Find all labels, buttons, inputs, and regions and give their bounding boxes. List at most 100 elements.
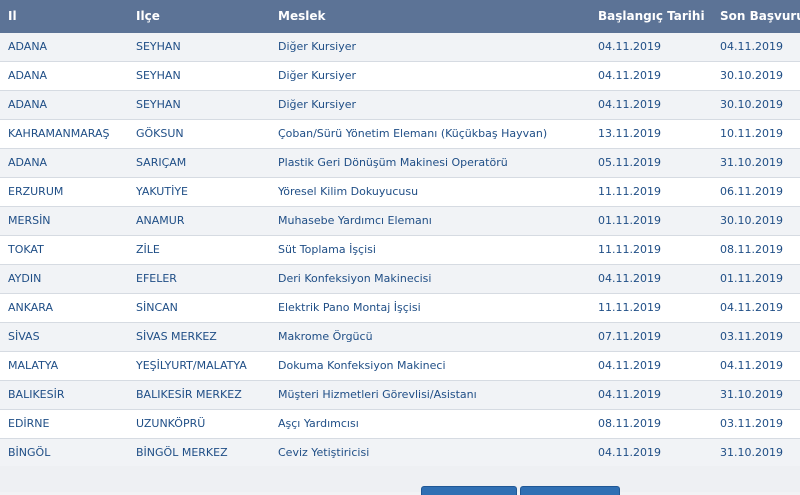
row-il: ADANA (8, 156, 48, 169)
row-baslangic-tarihi: 07.11.2019 (598, 330, 661, 343)
row-il: EDİRNE (8, 417, 50, 430)
column-header-baslangic-tarihi[interactable]: Başlangıç Tarihi (598, 0, 705, 33)
row-ilce: EFELER (136, 272, 177, 285)
row-son-basvuru: 01.11.2019 (720, 272, 783, 285)
row-baslangic-tarihi: 08.11.2019 (598, 417, 661, 430)
row-meslek: Muhasebe Yardımcı Elemanı (278, 214, 432, 227)
row-meslek: Süt Toplama İşçisi (278, 243, 376, 256)
row-son-basvuru: 08.11.2019 (720, 243, 783, 256)
row-ilce: SİNCAN (136, 301, 178, 314)
row-baslangic-tarihi: 04.11.2019 (598, 98, 661, 111)
row-son-basvuru: 03.11.2019 (720, 417, 783, 430)
row-son-basvuru: 04.11.2019 (720, 359, 783, 372)
row-il: ADANA (8, 40, 48, 53)
row-meslek: Diğer Kursiyer (278, 69, 357, 82)
row-baslangic-tarihi: 05.11.2019 (598, 156, 661, 169)
row-baslangic-tarihi: 11.11.2019 (598, 185, 661, 198)
row-son-basvuru: 04.11.2019 (720, 301, 783, 314)
row-meslek: Makrome Örgücü (278, 330, 373, 343)
row-baslangic-tarihi: 11.11.2019 (598, 243, 661, 256)
table-row[interactable]: BALIKESİR BALIKESİR MERKEZ Müşteri Hizmetl… (0, 381, 800, 410)
table-body: ADANA SEYHAN Diğer Kursiyer 04.11.2019 04.11… (0, 33, 800, 468)
table-row[interactable]: MALATYA YEŞİLYURT/MALATYA Dokuma Konfeksiy… (0, 352, 800, 381)
row-baslangic-tarihi: 04.11.2019 (598, 359, 661, 372)
table-row[interactable]: SİVAS SİVAS MERKEZ Makrome Örgücü 07.11.201… (0, 323, 800, 352)
table-row[interactable]: EDİRNE UZUNKÖPRÜ Aşçı Yardımcısı 08.11.2019… (0, 410, 800, 439)
table-row[interactable]: ADANA SEYHAN Diğer Kursiyer 04.11.2019 30.10… (0, 62, 800, 91)
table-row[interactable]: KAHRAMANMARAŞ GÖKSUN Çoban/Sürü Yönetim El… (0, 120, 800, 149)
row-il: ADANA (8, 98, 48, 111)
row-ilce: ANAMUR (136, 214, 185, 227)
row-baslangic-tarihi: 04.11.2019 (598, 69, 661, 82)
row-son-basvuru: 30.10.2019 (720, 69, 783, 82)
row-meslek: Çoban/Sürü Yönetim Elemanı (Küçükbaş Hay… (278, 127, 548, 140)
course-table: Il Ilçe Meslek Başlangıç Tarihi Son Başv… (0, 0, 800, 468)
row-ilce: BALIKESİR MERKEZ (136, 388, 242, 401)
row-meslek: Plastik Geri Dönüşüm Makinesi Operatörü (278, 156, 508, 169)
row-baslangic-tarihi: 04.11.2019 (598, 40, 661, 53)
table-row[interactable]: ADANA SARIÇAM Plastik Geri Dönüşüm Makines… (0, 149, 800, 178)
row-il: ADANA (8, 69, 48, 82)
table-row[interactable]: BİNGÖL BİNGÖL MERKEZ Ceviz Yetiştiricisi 04… (0, 439, 800, 468)
row-ilce: SARIÇAM (136, 156, 187, 169)
table-row[interactable]: ADANA SEYHAN Diğer Kursiyer 04.11.2019 30.10… (0, 91, 800, 120)
row-ilce: SİVAS MERKEZ (136, 330, 217, 343)
row-baslangic-tarihi: 04.11.2019 (598, 446, 661, 459)
row-son-basvuru: 31.10.2019 (720, 388, 783, 401)
row-il: MALATYA (8, 359, 59, 372)
row-meslek: Yöresel Kilim Dokuyucusu (278, 185, 419, 198)
pager-next-button[interactable] (520, 486, 620, 495)
row-ilce: ZİLE (136, 243, 160, 256)
table-row[interactable]: AYDIN EFELER Deri Konfeksiyon Makinecisi 04… (0, 265, 800, 294)
row-ilce: YEŞİLYURT/MALATYA (136, 359, 247, 372)
row-ilce: YAKUTİYE (136, 185, 188, 198)
row-baslangic-tarihi: 04.11.2019 (598, 388, 661, 401)
row-il: AYDIN (8, 272, 42, 285)
row-meslek: Ceviz Yetiştiricisi (278, 446, 370, 459)
table-row[interactable]: ERZURUM YAKUTİYE Yöresel Kilim Dokuyucusu 1… (0, 178, 800, 207)
row-baslangic-tarihi: 11.11.2019 (598, 301, 661, 314)
row-son-basvuru: 31.10.2019 (720, 446, 783, 459)
row-ilce: SEYHAN (136, 40, 181, 53)
table-row[interactable]: MERSİN ANAMUR Muhasebe Yardımcı Elemanı 01.… (0, 207, 800, 236)
row-baslangic-tarihi: 04.11.2019 (598, 272, 661, 285)
row-ilce: SEYHAN (136, 69, 181, 82)
row-ilce: SEYHAN (136, 98, 181, 111)
table-header: Il Ilçe Meslek Başlangıç Tarihi Son Başv… (0, 0, 800, 33)
row-il: SİVAS (8, 330, 40, 343)
pager-area (0, 466, 800, 495)
row-baslangic-tarihi: 13.11.2019 (598, 127, 661, 140)
column-header-meslek[interactable]: Meslek (278, 0, 325, 33)
row-il: ERZURUM (8, 185, 64, 198)
row-il: ANKARA (8, 301, 54, 314)
row-meslek: Müşteri Hizmetleri Görevlisi/Asistanı (278, 388, 477, 401)
row-baslangic-tarihi: 01.11.2019 (598, 214, 661, 227)
row-meslek: Elektrik Pano Montaj İşçisi (278, 301, 421, 314)
row-son-basvuru: 31.10.2019 (720, 156, 783, 169)
row-meslek: Diğer Kursiyer (278, 98, 357, 111)
row-son-basvuru: 03.11.2019 (720, 330, 783, 343)
row-il: MERSİN (8, 214, 51, 227)
row-il: TOKAT (8, 243, 44, 256)
row-ilce: UZUNKÖPRÜ (136, 417, 206, 430)
table-row[interactable]: ADANA SEYHAN Diğer Kursiyer 04.11.2019 04.11… (0, 33, 800, 62)
row-son-basvuru: 06.11.2019 (720, 185, 783, 198)
row-son-basvuru: 30.10.2019 (720, 214, 783, 227)
row-son-basvuru: 04.11.2019 (720, 40, 783, 53)
row-meslek: Deri Konfeksiyon Makinecisi (278, 272, 432, 285)
row-ilce: BİNGÖL MERKEZ (136, 446, 228, 459)
row-ilce: GÖKSUN (136, 127, 184, 140)
column-header-il[interactable]: Il (8, 0, 17, 33)
column-header-son-basvuru[interactable]: Son Başvuru (720, 0, 800, 33)
pager-previous-button[interactable] (421, 486, 517, 495)
table-row[interactable]: TOKAT ZİLE Süt Toplama İşçisi 11.11.2019 08.… (0, 236, 800, 265)
row-il: BALIKESİR (8, 388, 65, 401)
row-il: KAHRAMANMARAŞ (8, 127, 110, 140)
table-row[interactable]: ANKARA SİNCAN Elektrik Pano Montaj İşçisi 1… (0, 294, 800, 323)
row-il: BİNGÖL (8, 446, 51, 459)
row-meslek: Dokuma Konfeksiyon Makineci (278, 359, 446, 372)
row-son-basvuru: 30.10.2019 (720, 98, 783, 111)
row-son-basvuru: 10.11.2019 (720, 127, 783, 140)
column-header-ilce[interactable]: Ilçe (136, 0, 160, 33)
row-meslek: Aşçı Yardımcısı (278, 417, 359, 430)
